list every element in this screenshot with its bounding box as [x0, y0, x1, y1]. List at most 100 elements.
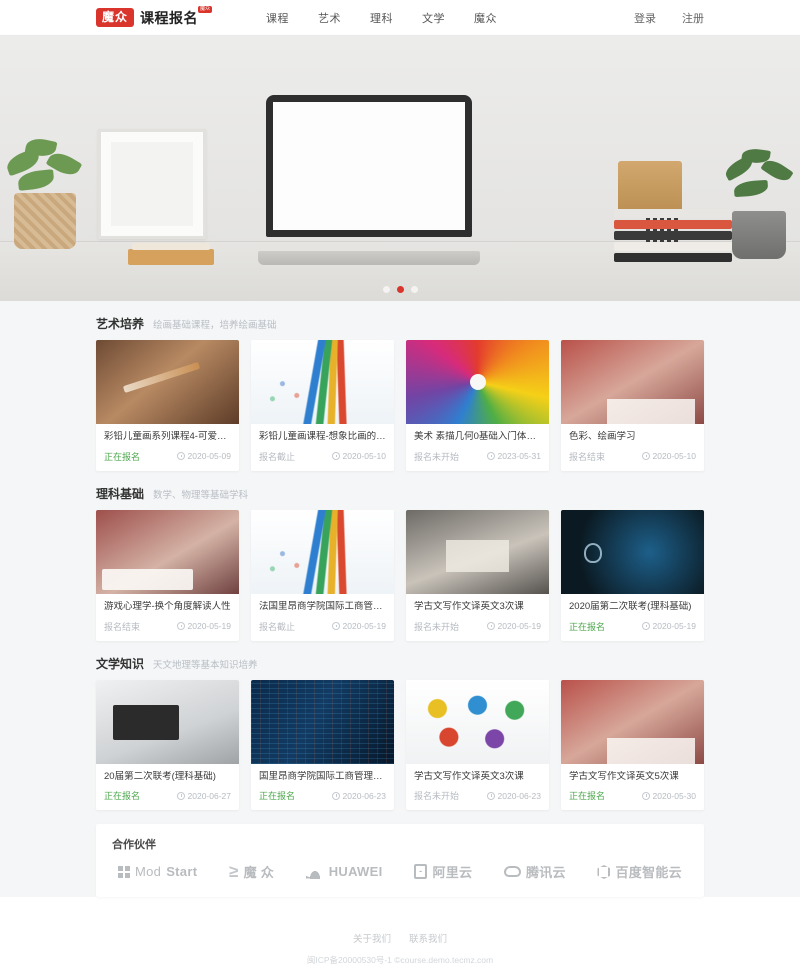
partners-title: 合作伙伴 [112, 839, 156, 852]
course-card[interactable]: 学古文写作文译英文5次课 正在报名 2020-05-30 [561, 679, 704, 811]
course-date: 2020-05-19 [641, 621, 696, 632]
course-date: 2020-06-23 [486, 791, 541, 801]
section-title: 艺术培养 [96, 317, 145, 331]
course-date: 2020-05-19 [486, 621, 541, 631]
course-card[interactable]: 学古文写作文译英文3次课 报名未开始 2020-06-23 [406, 679, 549, 811]
course-title: 色彩、绘画学习 [569, 431, 636, 442]
course-thumbnail [96, 340, 239, 424]
partner-mozhong-label: 魔 众 [243, 865, 275, 881]
section-title: 理科基础 [96, 486, 145, 501]
course-title: 2020届第二次联考(理科基础) [569, 600, 692, 612]
plant-right-icon [718, 147, 798, 217]
course-thumbnail [406, 509, 549, 594]
course-thumbnail [561, 679, 704, 764]
partner-huawei[interactable]: HUAWEI [305, 864, 383, 880]
course-card[interactable]: 国里昂商学院国际工商管理本科招生项... 正在报名 2020-06-23 [251, 679, 394, 811]
partner-baidu-cloud[interactable]: 百度智能云 [597, 862, 682, 881]
course-title: 20届第二次联考(理科基础) [104, 770, 216, 782]
nav-item-courses[interactable]: 课程 [266, 10, 289, 26]
clock-icon [176, 622, 185, 631]
partner-mozhong[interactable]: ≥ 魔 众 [229, 862, 274, 881]
course-card[interactable]: 美术 素描几何0基础入门体系课程 报名未开始 2023-05-31 [406, 340, 549, 471]
course-title: 美术 素描几何0基础入门体系课程 [414, 431, 541, 442]
course-date: 2023-05-31 [486, 451, 541, 462]
course-card[interactable]: 彩铅儿童画系列课程4-可爱的玩具 正在报名 2020-05-09 [96, 340, 239, 471]
section-title: 文学知识 [96, 656, 145, 671]
course-thumbnail [96, 509, 239, 594]
course-card[interactable]: 色彩、绘画学习 报名结束 2020-05-10 [561, 340, 704, 471]
status-badge: 报名结束 [104, 621, 141, 632]
partner-huawei-label: HUAWEI [328, 864, 383, 880]
clock-icon [641, 791, 650, 800]
section-art: 艺术培养 绘画基础课程，培养绘画基础 彩铅儿童画系列课程4-可爱的玩具 正在报名… [96, 315, 704, 471]
course-title: 学古文写作文译英文5次课 [569, 770, 679, 782]
status-badge: 报名结束 [569, 451, 606, 462]
course-date-text: 2020-05-10 [342, 451, 386, 462]
partner-tencent-cloud[interactable]: 腾讯云 [503, 862, 566, 881]
clock-icon [486, 452, 495, 461]
login-link[interactable]: 登录 [634, 10, 656, 26]
course-date-text: 2020-05-19 [652, 621, 696, 632]
course-grid: 彩铅儿童画系列课程4-可爱的玩具 正在报名 2020-05-09 彩铅儿童画课程… [96, 340, 704, 471]
course-date-text: 2023-05-31 [497, 451, 541, 462]
course-date-text: 2020-05-10 [652, 451, 696, 462]
clock-icon [176, 791, 185, 800]
section-header: 文学知识 天文地理等基本知识培养 [96, 655, 704, 672]
carousel-dots [0, 286, 800, 293]
partners-row: Mod Start ≥ 魔 众 HUAWEI - 阿里云 腾讯云 百度智能云 [112, 862, 688, 881]
register-link[interactable]: 注册 [682, 10, 704, 26]
brand-superscript-badge: 魔众 [198, 5, 213, 13]
course-title: 国里昂商学院国际工商管理本科招生项... [259, 770, 386, 782]
cloud-icon [503, 866, 521, 878]
section-subtitle: 数学、物理等基础学科 [153, 489, 249, 501]
nav-item-science[interactable]: 理科 [370, 10, 393, 26]
clock-icon [331, 791, 340, 800]
footer-about-link[interactable]: 关于我们 [353, 931, 391, 945]
course-thumbnail [251, 340, 394, 424]
carousel-dot-1[interactable] [382, 286, 390, 293]
course-grid: 游戏心理学-换个角度解读人性 报名结束 2020-05-19 法国里昂商学院国际… [96, 509, 704, 641]
clock-icon [331, 622, 340, 631]
footer-copyright: 闽ICP备20000530号-1 ©course.demo.tecmz.com [306, 955, 494, 966]
clock-icon [486, 791, 495, 800]
course-date: 2020-06-23 [331, 791, 386, 801]
site-footer: 关于我们 联系我们 闽ICP备20000530号-1 ©course.demo.… [0, 915, 800, 980]
partner-aliyun[interactable]: - 阿里云 [414, 862, 472, 881]
course-date: 2020-06-27 [176, 790, 231, 801]
carousel-dot-2[interactable] [396, 286, 404, 293]
course-card[interactable]: 法国里昂商学院国际工商管理本科招生... 报名截止 2020-05-19 [251, 509, 394, 641]
status-badge: 报名截止 [259, 621, 296, 632]
course-date: 2020-05-19 [331, 621, 386, 631]
course-grid: 20届第二次联考(理科基础) 正在报名 2020-06-27 国里昂商学院国际工… [96, 679, 704, 811]
grey-pot-icon [732, 211, 786, 259]
carousel-dot-3[interactable] [410, 286, 418, 293]
nav-item-literature[interactable]: 文学 [422, 10, 445, 26]
nav-item-art[interactable]: 艺术 [318, 10, 341, 26]
hero-carousel[interactable] [0, 36, 800, 301]
clock-icon [331, 452, 340, 461]
partner-aliyun-label: 阿里云 [432, 865, 473, 881]
clock-icon [176, 452, 185, 461]
huawei-icon [305, 864, 324, 879]
course-card[interactable]: 20届第二次联考(理科基础) 正在报名 2020-06-27 [96, 679, 239, 811]
brand-name: 课程报名 [140, 9, 199, 26]
page-content: 艺术培养 绘画基础课程，培养绘画基础 彩铅儿童画系列课程4-可爱的玩具 正在报名… [0, 301, 800, 898]
notebook-left [128, 243, 214, 265]
partner-modstart[interactable]: Mod Start [118, 864, 197, 879]
course-thumbnail [96, 679, 239, 764]
footer-contact-link[interactable]: 联系我们 [409, 931, 447, 945]
nav-item-mozhong[interactable]: 魔众 [474, 10, 497, 26]
course-card[interactable]: 学古文写作文译英文3次课 报名未开始 2020-05-19 [406, 509, 549, 641]
course-card[interactable]: 游戏心理学-换个角度解读人性 报名结束 2020-05-19 [96, 509, 239, 641]
main-nav: 课程 艺术 理科 文学 魔众 [266, 10, 497, 26]
course-card[interactable]: 2020届第二次联考(理科基础) 正在报名 2020-05-19 [561, 509, 704, 641]
status-badge: 报名截止 [259, 451, 296, 462]
course-date-text: 2020-06-27 [187, 790, 231, 801]
course-card[interactable]: 彩铅儿童画课程-想象比画的像更有益 报名截止 2020-05-10 [251, 340, 394, 471]
hero-banner-image [0, 36, 800, 301]
brand-logo[interactable]: 魔众 课程报名 魔众 [96, 5, 213, 28]
footer-links: 关于我们 联系我们 [0, 931, 800, 945]
status-badge: 正在报名 [104, 791, 141, 802]
course-date-text: 2020-05-30 [652, 790, 696, 801]
plant-left-icon [3, 135, 90, 201]
